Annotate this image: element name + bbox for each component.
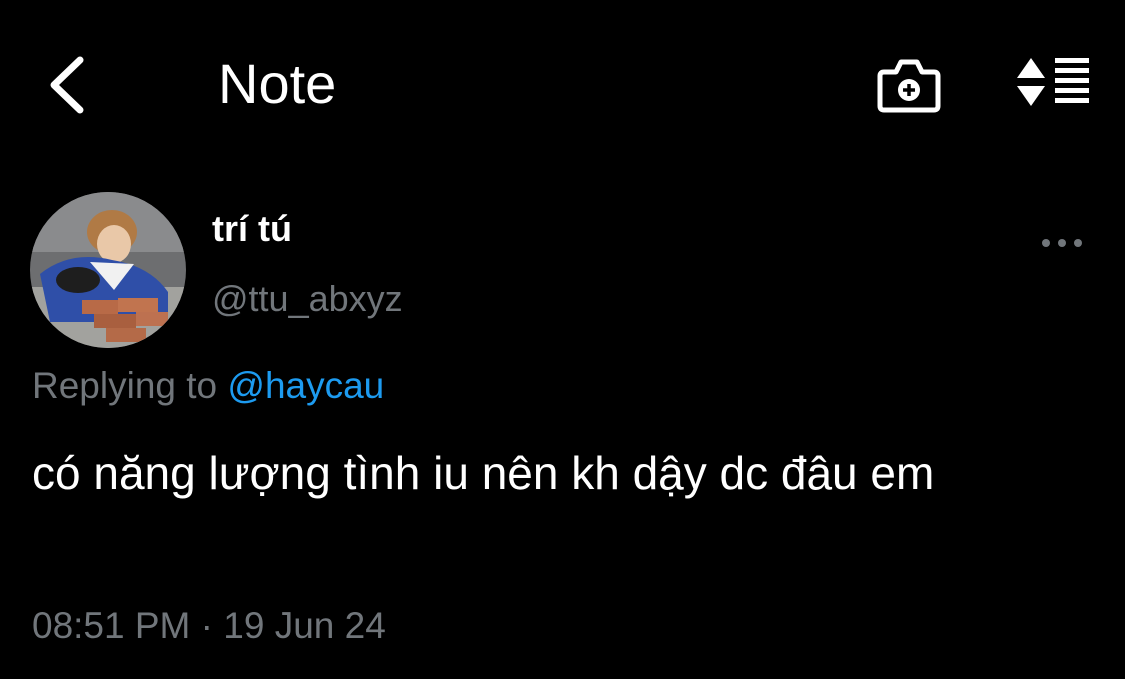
sort-list-icon <box>1017 58 1089 106</box>
sort-button[interactable] <box>1012 52 1092 114</box>
tweet-text: có năng lượng tình iu nên kh dậy dc đâu … <box>32 447 935 499</box>
top-bar: Note <box>0 0 1125 170</box>
author-display-name[interactable]: trí tú <box>212 208 292 250</box>
avatar-photo <box>30 192 186 348</box>
more-horizontal-icon <box>1042 239 1082 247</box>
camera-plus-icon <box>877 59 941 113</box>
avatar[interactable] <box>30 192 186 348</box>
chevron-left-icon <box>50 56 84 114</box>
screenshot-button[interactable] <box>876 54 942 116</box>
tweet-timestamp: 08:51 PM · 19 Jun 24 <box>32 604 386 648</box>
author-handle[interactable]: @ttu_abxyz <box>212 278 403 320</box>
replying-to-label: Replying to <box>32 365 228 406</box>
reply-mention-link[interactable]: @haycau <box>227 365 384 406</box>
timestamp-separator: · <box>190 605 224 646</box>
tweet-date: 19 Jun 24 <box>223 605 386 646</box>
replying-to-line: Replying to @haycau <box>32 364 384 408</box>
tweet-time: 08:51 PM <box>32 605 191 646</box>
more-options-button[interactable] <box>1038 228 1086 258</box>
page-title: Note <box>218 52 337 115</box>
back-button[interactable] <box>40 50 100 120</box>
